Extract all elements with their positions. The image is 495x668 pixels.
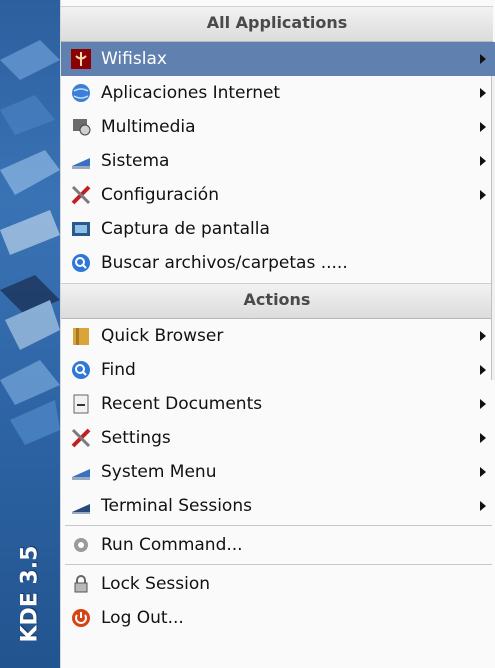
menu-item-sistema[interactable]: Sistema	[61, 144, 495, 178]
menu-item-label: Find	[101, 360, 136, 380]
menu-item-label: Captura de pantalla	[101, 219, 270, 239]
wifislax-icon	[69, 47, 93, 71]
actions-list: Quick Browser Find Recent Documents Setting…	[61, 319, 495, 523]
menu-item-label: Run Command...	[101, 535, 243, 555]
footer-item-lock-session[interactable]: Lock Session	[61, 567, 495, 601]
menu-item-label: Lock Session	[101, 574, 211, 594]
tools-icon	[69, 183, 93, 207]
action-item-quick-browser[interactable]: Quick Browser	[61, 319, 495, 353]
kde-start-menu: KDE 3.5 All Applications Wifislax Aplicac…	[0, 0, 495, 668]
action-item-settings[interactable]: Settings	[61, 421, 495, 455]
menu-item-label: Configuración	[101, 185, 219, 205]
multimedia-icon	[69, 115, 93, 139]
document-icon	[69, 392, 93, 416]
submenu-arrow-icon	[480, 156, 486, 166]
action-item-terminal-sessions[interactable]: Terminal Sessions	[61, 489, 495, 523]
menu-item-label: System Menu	[101, 462, 217, 482]
menu-item-label: Wifislax	[101, 49, 167, 69]
submenu-arrow-icon	[480, 365, 486, 375]
footer-item-log-out[interactable]: Log Out...	[61, 601, 495, 635]
submenu-arrow-icon	[480, 122, 486, 132]
menu-item-configuracion[interactable]: Configuración	[61, 178, 495, 212]
search-icon	[69, 358, 93, 382]
menu-item-label: Quick Browser	[101, 326, 224, 346]
terminal-icon	[69, 494, 93, 518]
folder-icon	[69, 324, 93, 348]
submenu-arrow-icon	[480, 399, 486, 409]
system-monitor-icon	[69, 460, 93, 484]
logout-icon	[69, 606, 93, 630]
run-command-group: Run Command...	[61, 528, 495, 562]
gear-icon	[69, 533, 93, 557]
action-item-system-menu[interactable]: System Menu	[61, 455, 495, 489]
menu-item-label: Buscar archivos/carpetas .....	[101, 253, 348, 273]
submenu-arrow-icon	[480, 190, 486, 200]
kde-version-label: KDE 3.5	[0, 534, 60, 654]
action-item-find[interactable]: Find	[61, 353, 495, 387]
menu-item-label: Sistema	[101, 151, 170, 171]
menu-item-label: Recent Documents	[101, 394, 263, 414]
menu-item-aplicaciones-internet[interactable]: Aplicaciones Internet	[61, 76, 495, 110]
system-monitor-icon	[69, 149, 93, 173]
kde-sidebar: KDE 3.5	[0, 0, 60, 668]
footer-item-run-command[interactable]: Run Command...	[61, 528, 495, 562]
menu-panel: All Applications Wifislax Aplicaciones In…	[60, 0, 495, 668]
camera-icon	[69, 217, 93, 241]
section-header-actions: Actions	[61, 283, 493, 319]
lock-icon	[69, 572, 93, 596]
menu-item-label: Multimedia	[101, 117, 196, 137]
search-icon	[69, 251, 93, 275]
menu-item-buscar-archivos-carpetas[interactable]: Buscar archivos/carpetas .....	[61, 246, 495, 280]
tools-icon	[69, 426, 93, 450]
session-group: Lock Session Log Out...	[61, 567, 495, 635]
menu-item-label: Log Out...	[101, 608, 184, 628]
globe-icon	[69, 81, 93, 105]
submenu-arrow-icon	[480, 467, 486, 477]
menu-item-captura-de-pantalla[interactable]: Captura de pantalla	[61, 212, 495, 246]
submenu-arrow-icon	[480, 501, 486, 511]
applications-list: Wifislax Aplicaciones Internet Multimedia S…	[61, 42, 495, 280]
submenu-arrow-icon	[480, 331, 486, 341]
menu-item-label: Settings	[101, 428, 171, 448]
submenu-arrow-icon	[480, 433, 486, 443]
action-item-recent-documents[interactable]: Recent Documents	[61, 387, 495, 421]
submenu-arrow-icon	[480, 88, 486, 98]
menu-item-label: Aplicaciones Internet	[101, 83, 281, 103]
separator	[65, 564, 492, 565]
section-header-all-applications: All Applications	[61, 6, 493, 42]
menu-item-wifislax[interactable]: Wifislax	[61, 42, 495, 76]
kde-version-text: KDE 3.5	[17, 545, 43, 643]
menu-item-multimedia[interactable]: Multimedia	[61, 110, 495, 144]
separator	[65, 525, 492, 526]
submenu-arrow-icon	[480, 54, 486, 64]
menu-item-label: Terminal Sessions	[101, 496, 252, 516]
